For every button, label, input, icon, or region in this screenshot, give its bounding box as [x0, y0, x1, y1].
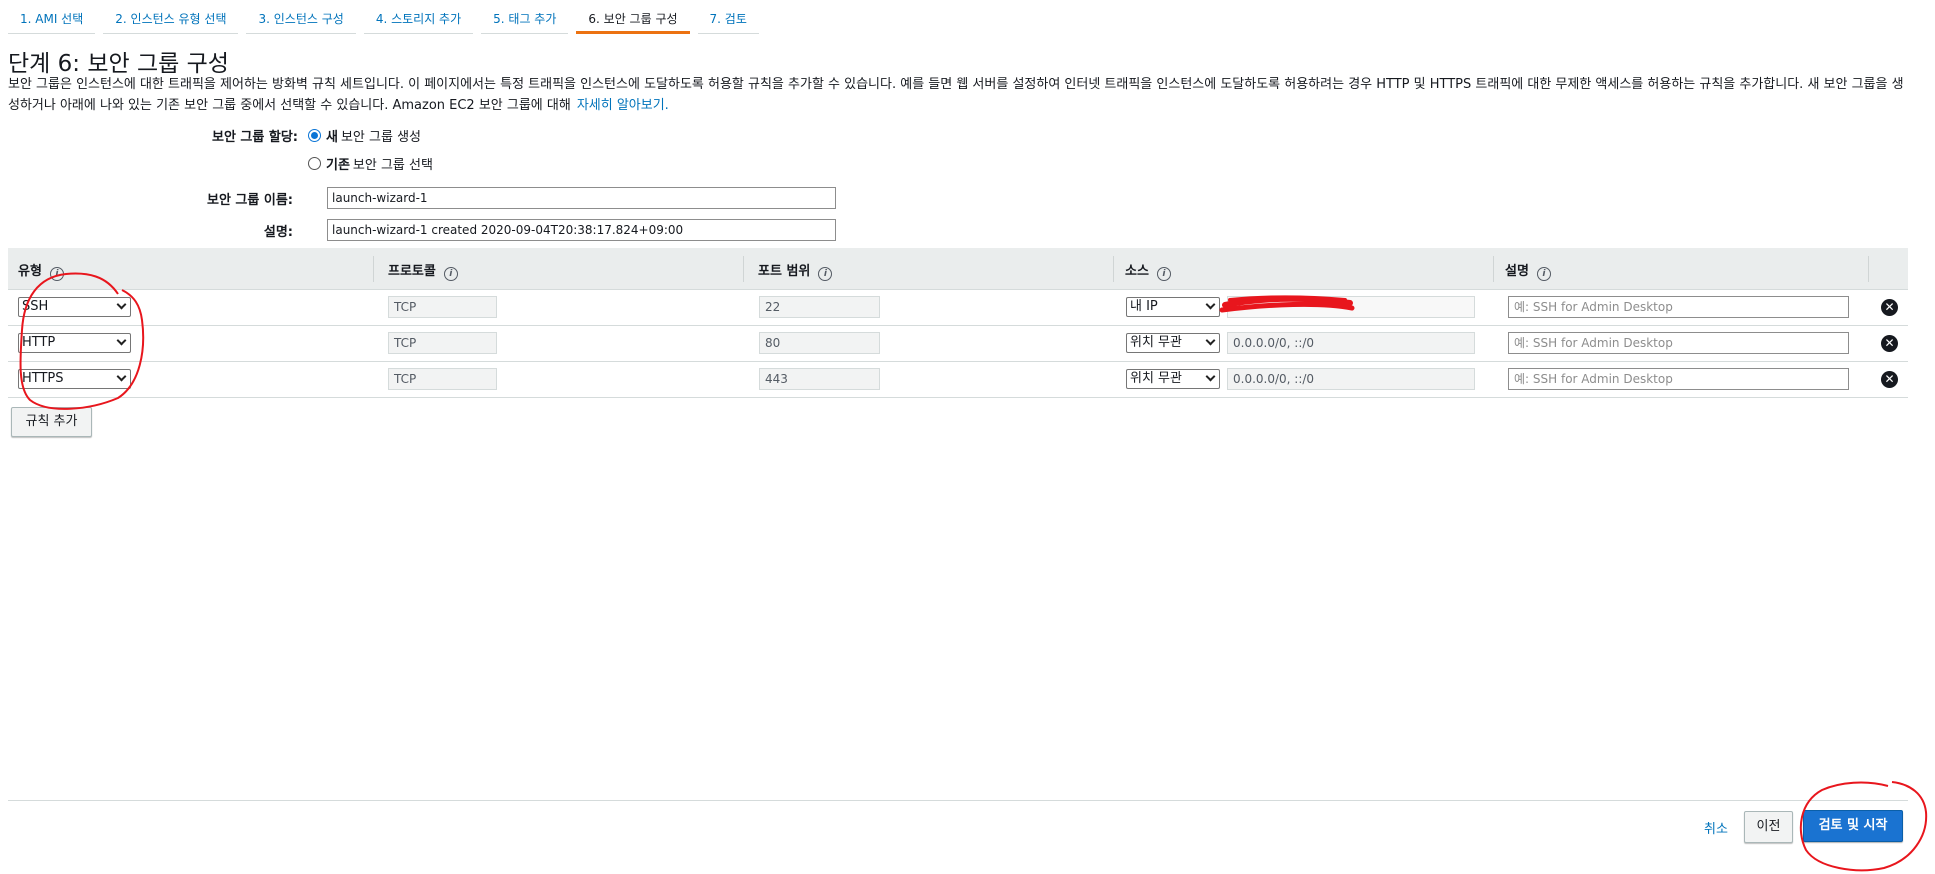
col-port-range: 포트 범위 i	[758, 248, 833, 290]
step-instance-type[interactable]: 2. 인스턴스 유형 선택	[103, 0, 239, 34]
source-select-value: 위치 무관	[1130, 335, 1182, 350]
protocol-field: TCP	[388, 296, 497, 318]
source-select-value: 내 IP	[1130, 299, 1158, 314]
info-icon[interactable]: i	[49, 267, 64, 281]
info-icon[interactable]: i	[1156, 267, 1171, 281]
step-review[interactable]: 7. 검토	[697, 0, 759, 34]
learn-more-link[interactable]: 자세히 알아보기.	[577, 98, 669, 113]
col-separator	[1113, 256, 1114, 282]
rules-table-header: 유형 i 프로토콜 i 포트 범위 i 소스 i 설명 i	[8, 248, 1908, 290]
radio-existing-bold: 기존	[326, 158, 350, 173]
table-row: HTTP TCP 80 위치 무관 0.0.0.0/0, ::/0 예: SSH…	[8, 326, 1908, 362]
step-storage[interactable]: 4. 스토리지 추가	[363, 0, 474, 34]
radio-new-indicator[interactable]	[308, 129, 321, 142]
table-row: HTTPS TCP 443 위치 무관 0.0.0.0/0, ::/0 예: S…	[8, 362, 1908, 398]
protocol-field: TCP	[388, 368, 497, 390]
col-port-label: 포트 범위	[758, 264, 811, 279]
rule-description-input[interactable]: 예: SSH for Admin Desktop	[1508, 332, 1849, 354]
chevron-down-icon	[1205, 371, 1216, 382]
type-select[interactable]: SSH	[18, 297, 131, 317]
source-select-value: 위치 무관	[1130, 371, 1182, 386]
assign-label: 보안 그룹 할당:	[211, 130, 298, 145]
footer-divider	[8, 800, 1908, 801]
type-select-value: HTTP	[22, 335, 56, 350]
col-separator	[373, 256, 374, 282]
type-select[interactable]: HTTPS	[18, 369, 131, 389]
page-title: 단계 6: 보안 그룹 구성	[8, 51, 229, 77]
type-select[interactable]: HTTP	[18, 333, 131, 353]
chevron-down-icon	[116, 335, 127, 346]
cancel-link[interactable]: 취소	[1704, 818, 1728, 837]
info-icon[interactable]: i	[1536, 267, 1551, 281]
group-name-label: 보안 그룹 이름:	[206, 193, 293, 208]
step-tags[interactable]: 5. 태그 추가	[481, 0, 569, 34]
col-protocol: 프로토콜 i	[388, 248, 458, 290]
previous-button[interactable]: 이전	[1744, 811, 1793, 843]
source-cidr-field[interactable]	[1227, 296, 1475, 318]
protocol-field: TCP	[388, 332, 497, 354]
type-select-value: SSH	[22, 299, 49, 314]
radio-existing-indicator[interactable]	[308, 157, 321, 170]
chevron-down-icon	[116, 371, 127, 382]
page-description: 보안 그룹은 인스턴스에 대한 트래픽을 제어하는 방화벽 규칙 세트입니다. …	[8, 74, 1908, 116]
group-name-input[interactable]: launch-wizard-1	[327, 187, 836, 209]
radio-new-label: 보안 그룹 생성	[340, 130, 421, 145]
port-range-field: 443	[759, 368, 880, 390]
source-select[interactable]: 위치 무관	[1126, 369, 1220, 389]
col-separator	[1493, 256, 1494, 282]
info-icon[interactable]: i	[818, 267, 833, 281]
col-type: 유형 i	[18, 248, 64, 290]
chevron-down-icon	[1205, 299, 1216, 310]
wizard-steps: 1. AMI 선택 2. 인스턴스 유형 선택 3. 인스턴스 구성 4. 스토…	[8, 0, 767, 34]
step-ami[interactable]: 1. AMI 선택	[8, 0, 96, 34]
group-desc-input[interactable]: launch-wizard-1 created 2020-09-04T20:38…	[327, 219, 836, 241]
col-protocol-label: 프로토콜	[388, 264, 436, 279]
info-icon[interactable]: i	[443, 267, 458, 281]
source-select[interactable]: 내 IP	[1126, 297, 1220, 317]
port-range-field: 80	[759, 332, 880, 354]
group-desc-label: 설명:	[263, 225, 293, 240]
rule-description-input[interactable]: 예: SSH for Admin Desktop	[1508, 296, 1849, 318]
col-desc-label: 설명	[1505, 264, 1529, 279]
radio-new-bold: 새	[326, 130, 338, 145]
radio-existing-label: 보안 그룹 선택	[352, 158, 433, 173]
radio-new-group[interactable]: 새 보안 그룹 생성	[308, 126, 421, 145]
review-and-launch-button[interactable]: 검토 및 시작	[1803, 810, 1903, 842]
source-cidr-field[interactable]: 0.0.0.0/0, ::/0	[1227, 368, 1475, 390]
description-text: 보안 그룹은 인스턴스에 대한 트래픽을 제어하는 방화벽 규칙 세트입니다. …	[8, 77, 1904, 113]
remove-rule-icon[interactable]: ✕	[1881, 371, 1898, 388]
table-row: SSH TCP 22 내 IP 예: SSH for Admin Desktop…	[8, 290, 1908, 326]
step-instance-config[interactable]: 3. 인스턴스 구성	[246, 0, 356, 34]
add-rule-button[interactable]: 규칙 추가	[11, 407, 92, 437]
remove-rule-icon[interactable]: ✕	[1881, 299, 1898, 316]
rule-description-input[interactable]: 예: SSH for Admin Desktop	[1508, 368, 1849, 390]
col-source-label: 소스	[1125, 264, 1149, 279]
col-separator	[1868, 256, 1869, 282]
col-type-label: 유형	[18, 264, 42, 279]
source-select[interactable]: 위치 무관	[1126, 333, 1220, 353]
col-description: 설명 i	[1505, 248, 1551, 290]
chevron-down-icon	[1205, 335, 1216, 346]
port-range-field: 22	[759, 296, 880, 318]
radio-existing-group[interactable]: 기존 보안 그룹 선택	[308, 154, 433, 173]
step-security-group[interactable]: 6. 보안 그룹 구성	[576, 0, 690, 34]
source-cidr-field[interactable]: 0.0.0.0/0, ::/0	[1227, 332, 1475, 354]
col-source: 소스 i	[1125, 248, 1171, 290]
type-select-value: HTTPS	[22, 371, 64, 386]
remove-rule-icon[interactable]: ✕	[1881, 335, 1898, 352]
col-separator	[743, 256, 744, 282]
chevron-down-icon	[116, 299, 127, 310]
